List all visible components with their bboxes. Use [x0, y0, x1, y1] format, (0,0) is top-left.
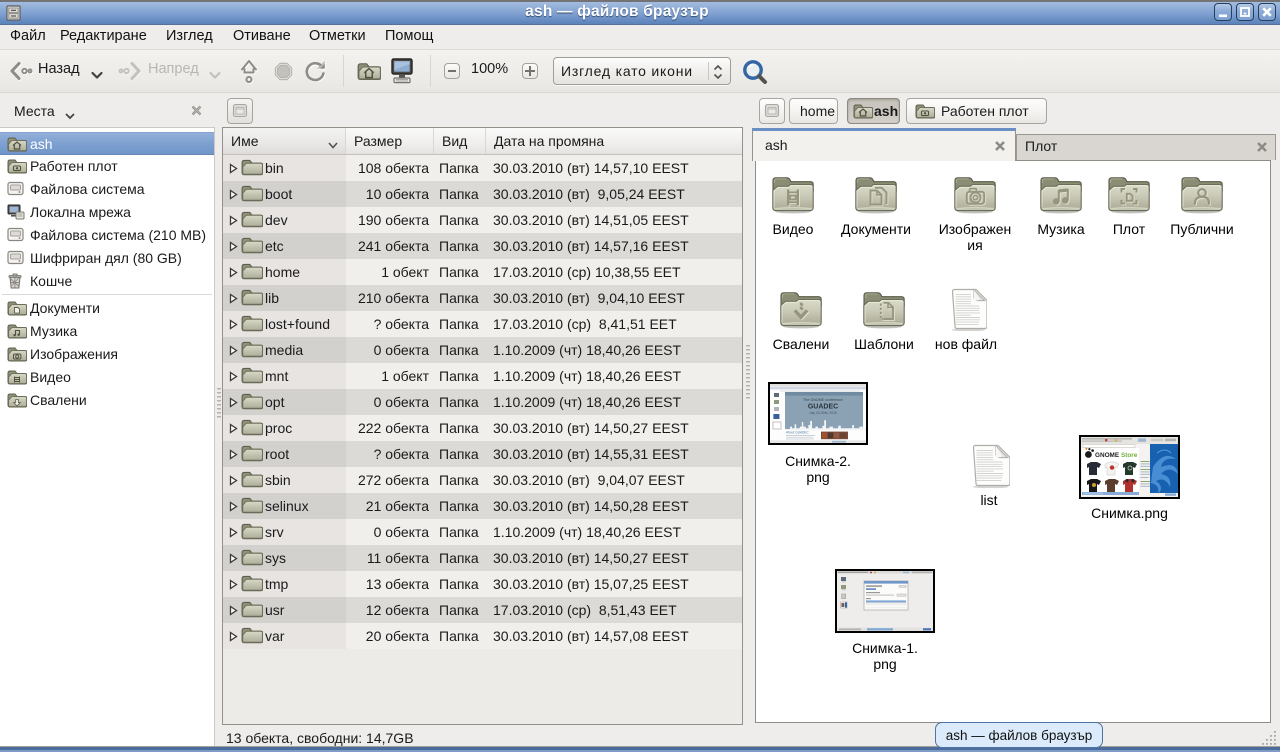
svg-text:The GNOME conference: The GNOME conference [803, 398, 843, 402]
svg-text:July 24-30th, 2010: July 24-30th, 2010 [809, 411, 837, 415]
svg-text:GNOME: GNOME [1095, 452, 1120, 459]
svg-text:About GUADEC: About GUADEC [786, 431, 810, 435]
svg-text:Store: Store [1121, 452, 1138, 459]
svg-text:GUADEC: GUADEC [808, 404, 838, 411]
